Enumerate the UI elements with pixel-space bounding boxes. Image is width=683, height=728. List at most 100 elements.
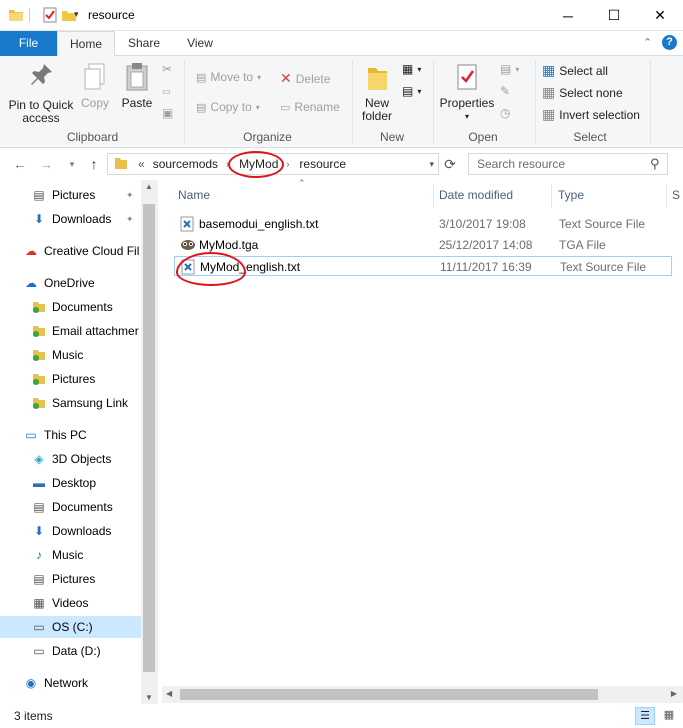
file-row[interactable]: MyMod.tga 25/12/2017 14:08 TGA File	[174, 235, 672, 255]
select-all-button[interactable]: ▦ Select all	[542, 62, 608, 79]
refresh-icon[interactable]: ⟳	[440, 155, 460, 173]
back-icon[interactable]: ←	[10, 155, 30, 173]
file-row[interactable]: basemodui_english.txt 3/10/2017 19:08 Text…	[174, 214, 672, 234]
nav-item-label: Music	[52, 348, 84, 362]
nav-item-onedrive[interactable]: ☁ OneDrive	[24, 272, 141, 294]
up-icon[interactable]: ↑	[84, 155, 104, 173]
column-header-date-modified[interactable]: Date modified	[439, 188, 513, 202]
forward-icon[interactable]: →	[36, 155, 56, 173]
nav-item-3d-objects[interactable]: ◈ 3D Objects	[32, 448, 141, 470]
tab-share[interactable]: Share	[120, 31, 168, 56]
navigation-pane[interactable]: ▤ Pictures ✦ ⬇ Downloads ✦ ☁ Creative Cloud Fil…	[0, 180, 158, 704]
minimize-button[interactable]: ─	[545, 0, 591, 31]
pin-icon[interactable]: ✦	[126, 214, 134, 225]
nav-item-documents[interactable]: Documents	[32, 296, 141, 318]
breadcrumb-resource[interactable]: resource	[299, 157, 346, 171]
file-type: Text Source File	[559, 217, 646, 231]
move-to-button[interactable]: ▤ Move to ▾	[196, 70, 261, 84]
delete-button[interactable]: ✕ Delete	[280, 70, 330, 87]
scroll-up-icon[interactable]: ▲	[145, 182, 153, 191]
collapse-ribbon-icon[interactable]: ⌃	[643, 36, 652, 49]
history-icon[interactable]: ◷	[500, 106, 510, 120]
nav-item-label: Creative Cloud Fil	[44, 244, 140, 258]
copy-path-icon[interactable]: ▭	[162, 86, 171, 97]
search-input[interactable]: Search resource	[468, 153, 668, 175]
open-icon[interactable]: ▤ ▾	[500, 62, 519, 76]
rename-button[interactable]: ▭ Rename	[280, 100, 340, 114]
breadcrumb-sourcemods[interactable]: sourcemods	[153, 157, 218, 171]
new-group-label: New	[379, 130, 404, 144]
pin-label-line2: access	[22, 111, 60, 125]
properties-button[interactable]: Properties ▾	[438, 62, 496, 123]
details-view-icon[interactable]: ☰	[635, 707, 655, 725]
nav-item-network[interactable]: ◉ Network	[24, 672, 141, 694]
large-icons-view-icon[interactable]: ▦	[659, 707, 679, 725]
nav-item-videos[interactable]: ▦ Videos	[32, 592, 141, 614]
easy-access-icon[interactable]: ▤ ▾	[402, 84, 421, 98]
nav-item-music[interactable]: ♪ Music	[32, 544, 141, 566]
cut-icon[interactable]: ✂	[162, 62, 172, 76]
recent-locations-icon[interactable]: ▾	[62, 155, 82, 173]
breadcrumb-overflow[interactable]: «	[138, 157, 145, 171]
column-divider[interactable]	[666, 184, 667, 208]
close-button[interactable]: ✕	[637, 0, 683, 31]
nav-item-downloads[interactable]: ⬇ Downloads ✦	[32, 208, 141, 230]
invert-selection-button[interactable]: ▦ Invert selection	[542, 106, 640, 123]
tab-file[interactable]: File	[0, 31, 57, 56]
nav-item-pictures[interactable]: Pictures	[32, 368, 141, 390]
copy-button[interactable]: Copy	[78, 62, 112, 110]
select-all-icon: ▦	[542, 62, 556, 78]
folder-icon	[8, 7, 24, 23]
item-count: 3 items	[14, 709, 53, 723]
scroll-right-icon[interactable]: ▶	[671, 689, 677, 698]
maximize-button[interactable]: ☐	[591, 0, 637, 31]
scrollbar-thumb[interactable]	[143, 204, 155, 672]
column-divider[interactable]	[433, 184, 434, 208]
nav-item-samsung-link[interactable]: Samsung Link	[32, 392, 141, 414]
nav-item-data-d[interactable]: ▭ Data (D:)	[32, 640, 141, 662]
nav-item-documents[interactable]: ▤ Documents	[32, 496, 141, 518]
paste-button[interactable]: Paste	[119, 62, 155, 110]
horizontal-scrollbar[interactable]: ◀ ▶	[162, 686, 683, 703]
pin-to-quick-access-button[interactable]: Pin to Quick access	[6, 62, 76, 125]
pin-icon[interactable]: ✦	[126, 190, 134, 201]
nav-item-pictures[interactable]: ▤ Pictures ✦	[32, 184, 141, 206]
tab-view[interactable]: View	[178, 31, 222, 56]
help-icon[interactable]: ?	[662, 35, 677, 50]
file-row[interactable]: MyMod_english.txt 11/11/2017 16:39 Text So…	[174, 256, 672, 276]
chevron-down-icon[interactable]: ▾	[429, 159, 434, 170]
column-header-size[interactable]: S	[672, 188, 680, 202]
pictures-icon: ▤	[33, 572, 45, 586]
tab-home[interactable]: Home	[57, 31, 115, 57]
nav-item-music[interactable]: Music	[32, 344, 141, 366]
nav-item-downloads[interactable]: ⬇ Downloads	[32, 520, 141, 542]
properties-quick-icon[interactable]	[42, 7, 58, 23]
nav-scrollbar[interactable]: ▲ ▼	[141, 180, 158, 704]
select-all-label: Select all	[559, 63, 608, 78]
group-divider	[184, 60, 185, 144]
nav-item-pictures[interactable]: ▤ Pictures	[32, 568, 141, 590]
nav-item-os-c[interactable]: ▭ OS (C:)	[0, 616, 141, 638]
copy-icon	[84, 63, 105, 90]
scroll-down-icon[interactable]: ▼	[145, 693, 153, 702]
select-none-button[interactable]: ▦ Select none	[542, 84, 623, 101]
new-item-icon[interactable]: ▦ ▾	[402, 62, 421, 76]
nav-item-desktop[interactable]: ▬ Desktop	[32, 472, 141, 494]
column-divider[interactable]	[551, 184, 552, 208]
scrollbar-thumb[interactable]	[180, 689, 598, 700]
nav-item-email-attachmer[interactable]: Email attachmer	[32, 320, 141, 342]
downloads-icon: ⬇	[33, 524, 45, 538]
paste-shortcut-icon[interactable]: ▣	[162, 106, 173, 120]
nav-item-this-pc[interactable]: ▭ This PC	[24, 424, 141, 446]
nav-item-label: Samsung Link	[52, 396, 129, 410]
scroll-left-icon[interactable]: ◀	[166, 689, 172, 698]
nav-item-label: Videos	[52, 596, 89, 610]
3d-objects-icon: ◈	[34, 452, 44, 466]
new-folder-button[interactable]: New folder	[358, 62, 396, 123]
nav-item-creative-cloud-fil[interactable]: ☁ Creative Cloud Fil	[24, 240, 141, 262]
column-header-name[interactable]: Name	[178, 188, 210, 202]
edit-icon[interactable]: ✎	[500, 84, 510, 98]
copy-to-button[interactable]: ▤ Copy to ▾	[196, 100, 260, 114]
column-header-type[interactable]: Type	[558, 188, 584, 202]
breadcrumb-separator-icon[interactable]: ›	[286, 159, 289, 169]
